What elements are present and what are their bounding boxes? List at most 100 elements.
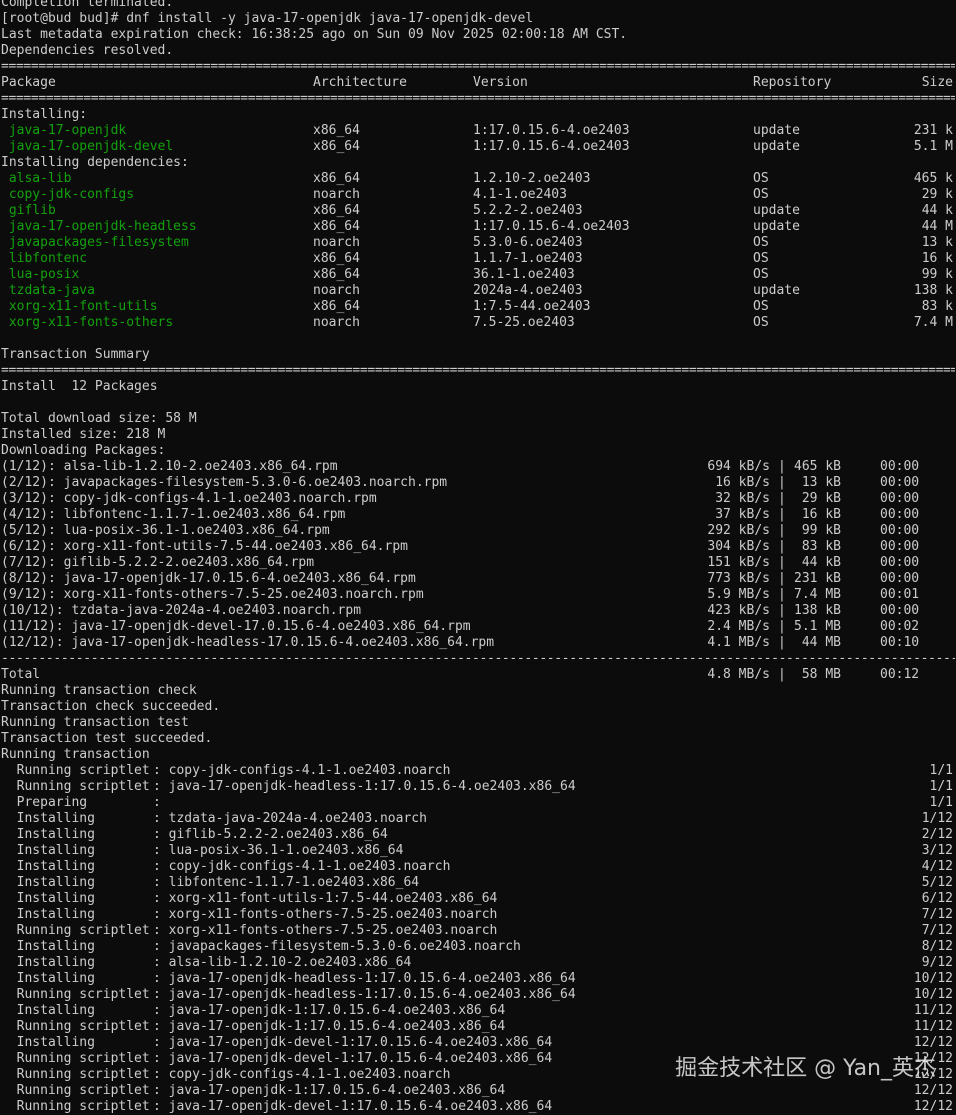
- download-rate: 16 kB/s: [715, 475, 770, 490]
- transaction-action: Installing: [1, 971, 95, 986]
- transaction-progress: 7/12: [921, 923, 953, 938]
- transaction-row: Running scriptlet: java-17-openjdk-devel…: [0, 1099, 956, 1115]
- total-line: Installed size: 218 M: [0, 427, 956, 443]
- transaction-progress: 11/12: [913, 1019, 953, 1034]
- dash-separator-line: ----------------------------------------…: [0, 651, 956, 667]
- download-divider: |: [778, 635, 786, 650]
- package-version: 7.5-25.oe2403: [473, 315, 575, 330]
- download-time: 00:00: [880, 555, 920, 570]
- total-line-text: Downloading Packages:: [1, 443, 166, 458]
- total-line-text: Total download size: 58 M: [1, 411, 197, 426]
- transaction-row: Installing : java-17-openjdk-headless-1:1…: [0, 971, 956, 987]
- download-rate: 423 kB/s: [707, 603, 770, 618]
- terminal-output[interactable]: Completion terminated. [root@bud bud]# dn…: [0, 0, 956, 1115]
- download-total-row: Total 4.8 MB/s | 58 MB 00:12: [0, 667, 956, 683]
- download-rate: 4.1 MB/s: [707, 635, 770, 650]
- download-file: (6/12): xorg-x11-font-utils-7.5-44.oe240…: [1, 539, 408, 554]
- download-size: 5.1 MB: [794, 619, 841, 634]
- download-divider: |: [778, 475, 786, 490]
- package-version: 5.3.0-6.oe2403: [473, 235, 583, 250]
- package-version: 5.2.2-2.oe2403: [473, 203, 583, 218]
- package-name: copy-jdk-configs: [1, 187, 135, 202]
- package-row: java-17-openjdk x86_64 1:17.0.15.6-4.oe240…: [0, 123, 956, 139]
- download-row: (3/12): copy-jdk-configs-4.1-1.oe2403.no…: [0, 491, 956, 507]
- download-file: (9/12): xorg-x11-fonts-others-7.5-25.oe2…: [1, 587, 424, 602]
- transaction-package: : copy-jdk-configs-4.1-1.oe2403.noarch: [153, 763, 451, 778]
- transaction-package: : java-17-openjdk-headless-1:17.0.15.6-4…: [153, 987, 576, 1002]
- transaction-package: : copy-jdk-configs-4.1-1.oe2403.noarch: [153, 1067, 451, 1082]
- status-line: Running transaction check: [0, 683, 956, 699]
- transaction-action: Installing: [1, 859, 95, 874]
- watermark: 掘金技术社区 @ Yan_英杰: [675, 1056, 936, 1081]
- download-size: 44 kB: [801, 555, 841, 570]
- download-divider: |: [778, 555, 786, 570]
- package-arch: x86_64: [313, 251, 360, 266]
- table-header: Package Architecture Version Repository Size: [0, 75, 956, 91]
- transaction-progress: 1/1: [929, 779, 953, 794]
- section-dependencies: Installing dependencies:: [0, 155, 956, 171]
- package-repo: update: [753, 203, 800, 218]
- transaction-package: : java-17-openjdk-1:17.0.15.6-4.oe2403.x…: [153, 1019, 506, 1034]
- transaction-summary-title-text: Transaction Summary: [1, 347, 150, 362]
- transaction-action: Installing: [1, 843, 95, 858]
- install-count: Install 12 Packages: [0, 379, 956, 395]
- transaction-row: Running scriptlet: java-17-openjdk-headl…: [0, 779, 956, 795]
- transaction-progress: 12/12: [913, 1083, 953, 1098]
- transaction-action: Installing: [1, 811, 95, 826]
- separator-line-chars: ========================================…: [1, 363, 955, 378]
- header-line-text: Dependencies resolved.: [1, 43, 174, 58]
- transaction-action: Running scriptlet: [1, 1067, 150, 1082]
- transaction-row: Installing: alsa-lib-1.2.10-2.oe2403.x86…: [0, 955, 956, 971]
- download-row: (4/12): libfontenc-1.1.7-1.oe2403.x86_64…: [0, 507, 956, 523]
- package-repo: OS: [753, 251, 769, 266]
- package-repo: update: [753, 123, 800, 138]
- separator-line: ========================================…: [0, 59, 956, 75]
- package-size: 83 k: [921, 299, 953, 314]
- transaction-package: : lua-posix-36.1-1.oe2403.x86_64: [153, 843, 404, 858]
- package-row: giflib x86_64 5.2.2-2.oe2403 update 44 k: [0, 203, 956, 219]
- download-rate: 694 kB/s: [707, 459, 770, 474]
- package-repo: update: [753, 139, 800, 154]
- transaction-summary-title: Transaction Summary: [0, 347, 956, 363]
- transaction-progress: 2/12: [921, 827, 953, 842]
- separator-line: ========================================…: [0, 91, 956, 107]
- status-line-text: Running transaction: [1, 747, 150, 762]
- status-line-text: Running transaction test: [1, 715, 189, 730]
- package-size: 44 M: [921, 219, 953, 234]
- transaction-row: Running scriptlet: java-17-openjdk-1:17.…: [0, 1083, 956, 1099]
- package-repo: OS: [753, 315, 769, 330]
- download-size: 13 kB: [801, 475, 841, 490]
- transaction-package: : java-17-openjdk-headless-1:17.0.15.6-4…: [153, 971, 576, 986]
- transaction-row: Running scriptlet: xorg-x11-fonts-others…: [0, 923, 956, 939]
- download-time: 00:02: [880, 619, 920, 634]
- download-size: 7.4 MB: [794, 587, 841, 602]
- transaction-action: Running scriptlet: [1, 1019, 150, 1034]
- col-package: Package: [1, 75, 56, 90]
- package-row: libfontenc x86_64 1.1.7-1.oe2403 OS 16 k: [0, 251, 956, 267]
- total-line-text: Installed size: 218 M: [1, 427, 166, 442]
- transaction-row: Running scriptlet: java-17-openjdk-headl…: [0, 987, 956, 1003]
- transaction-package: : java-17-openjdk-devel-1:17.0.15.6-4.oe…: [153, 1051, 553, 1066]
- transaction-row: Installing: copy-jdk-configs-4.1-1.oe240…: [0, 859, 956, 875]
- package-version: 1.1.7-1.oe2403: [473, 251, 583, 266]
- download-size: 83 kB: [801, 539, 841, 554]
- download-size: 29 kB: [801, 491, 841, 506]
- download-rate: 151 kB/s: [707, 555, 770, 570]
- download-file: (8/12): java-17-openjdk-17.0.15.6-4.oe24…: [1, 571, 416, 586]
- transaction-row: Installing: xorg-x11-font-utils-1:7.5-44…: [0, 891, 956, 907]
- transaction-action: Installing: [1, 955, 95, 970]
- download-file: (7/12): giflib-5.2.2-2.oe2403.x86_64.rpm: [1, 555, 315, 570]
- package-size: 5.1 M: [913, 139, 953, 154]
- download-row: (11/12): java-17-openjdk-devel-17.0.15.6…: [0, 619, 956, 635]
- status-line: Running transaction: [0, 747, 956, 763]
- download-row: (10/12): tzdata-java-2024a-4.oe2403.noar…: [0, 603, 956, 619]
- download-time: 00:12: [880, 667, 920, 682]
- package-arch: x86_64: [313, 139, 360, 154]
- package-arch: x86_64: [313, 171, 360, 186]
- download-divider: |: [778, 539, 786, 554]
- status-line: Running transaction test: [0, 715, 956, 731]
- download-rate: 292 kB/s: [707, 523, 770, 538]
- download-rate: 37 kB/s: [715, 507, 770, 522]
- transaction-action: Installing: [1, 1003, 95, 1018]
